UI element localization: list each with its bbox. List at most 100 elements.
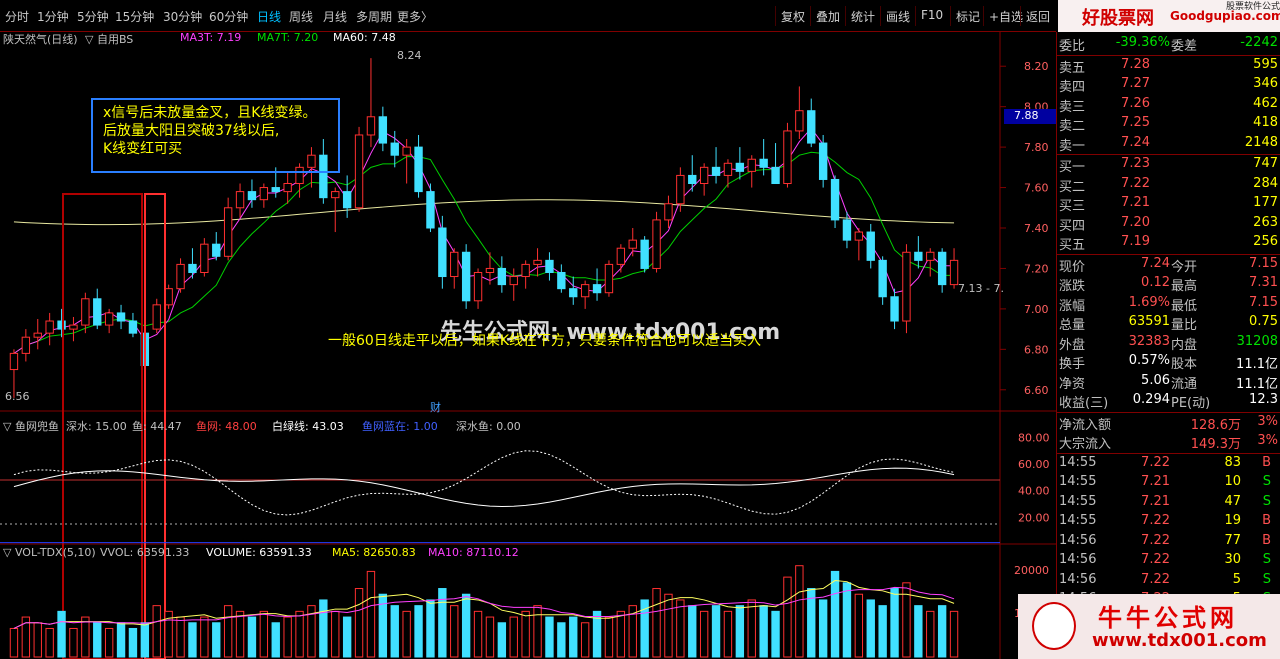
price-axis-label: 7.80 — [1024, 141, 1049, 154]
annotation-line: x信号后未放量金叉，且K线变绿。 — [103, 105, 317, 121]
volume-bar — [81, 616, 90, 658]
period-tab[interactable]: 周线 — [289, 8, 313, 25]
volume-bar — [152, 605, 161, 658]
candle-body — [212, 243, 221, 257]
volume-bar — [854, 593, 864, 658]
toolbar-button[interactable]: 统计 — [845, 6, 880, 26]
tick-volume: 10 — [1224, 474, 1241, 489]
volume-bar — [283, 616, 292, 658]
weicha-value: -2242 — [1240, 35, 1278, 50]
tick-row: 14:56 7.22 5 S — [1057, 571, 1280, 591]
weibi-value: -39.36% — [1115, 35, 1170, 50]
stat-value: 0.12 — [1141, 275, 1170, 290]
indicator1-axis-label: 40.00 — [1018, 485, 1050, 498]
period-tab[interactable]: 15分钟 — [115, 8, 154, 25]
flow-row: 净流入额 128.6万 3% — [1057, 413, 1280, 433]
buy-label: 买三 — [1059, 199, 1086, 214]
flow-label: 大宗流入 — [1059, 437, 1112, 452]
volume-bar — [688, 605, 697, 658]
weibi-label: 委比 — [1059, 39, 1086, 54]
candle-body — [200, 243, 209, 273]
stat-label: 股本 — [1171, 357, 1198, 372]
stat-label: 换手 — [1059, 357, 1086, 372]
tick-time: 14:56 — [1059, 532, 1097, 548]
period-tab[interactable]: 日线 — [257, 8, 281, 25]
candle-body — [509, 276, 518, 286]
volume-bar — [473, 610, 483, 658]
price-axis-label: 7.00 — [1024, 303, 1049, 316]
candle-body — [93, 298, 102, 326]
volume-bar — [402, 610, 411, 658]
candle-body — [628, 239, 637, 249]
period-tab[interactable]: 30分钟 — [163, 8, 202, 25]
toolbar-button[interactable]: 画线 — [880, 6, 915, 26]
toolbar-button[interactable]: 复权 — [775, 6, 810, 26]
formula-name[interactable]: ▽ 自用BS — [85, 31, 133, 47]
volume-bar — [652, 588, 661, 658]
stat-value: 0.75 — [1249, 314, 1278, 329]
candle-body — [426, 191, 435, 229]
candle-body — [271, 187, 280, 193]
period-tab[interactable]: 多周期 — [356, 8, 392, 25]
logo-bottom-main: 牛牛公式网 — [1098, 604, 1238, 632]
toolbar-button[interactable]: 标记 — [950, 6, 985, 26]
chart-area[interactable]: 8.20 8.00 7.80 7.60 7.40 7.20 7.00 6.80 6.60 80.0… — [0, 31, 1056, 659]
period-tab[interactable]: 更多〉 — [397, 8, 433, 25]
buy-price: 7.23 — [1121, 156, 1150, 171]
buy-row: 买五 7.19 256 — [1057, 233, 1280, 253]
volume-bar — [354, 588, 364, 658]
candle-body — [283, 183, 292, 193]
candle-body — [414, 146, 423, 193]
stat-label: 流通 — [1171, 376, 1198, 392]
indicator2-name[interactable]: ▽ VOL-TDX(5,10) — [3, 546, 96, 559]
candle-body — [747, 158, 756, 172]
price-axis-label: 6.80 — [1024, 343, 1049, 356]
quote-panel: 委比 -39.36% 委差 -2242 卖五 7.28 595 卖四 7.27 346 卖三 7.26… — [1056, 32, 1280, 659]
annotation-line: 后放量大阳且突破37线以后, — [103, 123, 280, 139]
toolbar-button[interactable]: 返回 — [1020, 6, 1055, 26]
period-tab[interactable]: 60分钟 — [209, 8, 248, 25]
weibi-row: 委比 -39.36% 委差 -2242 — [1057, 34, 1280, 54]
volume-bar — [949, 610, 959, 658]
volume-label: VOLUME: 63591.33 — [206, 546, 312, 559]
volume-bar — [878, 605, 887, 658]
volume-bar — [842, 582, 852, 658]
period-tab[interactable]: 1分钟 — [37, 8, 69, 25]
tick-time: 14:55 — [1059, 454, 1097, 470]
period-tab[interactable]: 月线 — [323, 8, 347, 25]
yuwang-label: 鱼网: 48.00 — [196, 420, 257, 433]
flow-label: 净流入额 — [1059, 417, 1112, 433]
volume-bar — [497, 622, 507, 658]
indicator1-name[interactable]: ▽ 鱼网兜鱼 — [3, 418, 59, 434]
sell-row: 卖一 7.24 2148 — [1057, 134, 1280, 154]
candle-body — [45, 320, 54, 334]
candle-body — [104, 312, 114, 326]
tick-time: 14:56 — [1059, 571, 1097, 587]
toolbar-button[interactable]: F10 — [915, 6, 948, 26]
price-axis-label: 8.20 — [1024, 60, 1049, 73]
volume-bar — [57, 610, 66, 658]
candle-body — [331, 191, 340, 199]
volume-bar — [866, 599, 875, 658]
volume-bar — [104, 627, 114, 658]
volume-bar — [711, 605, 721, 658]
candle-body — [354, 134, 364, 209]
stat-value: 11.1亿 — [1236, 376, 1278, 392]
toolbar-button[interactable]: 叠加 — [810, 6, 845, 26]
candle-body — [735, 162, 745, 172]
buy-volume: 284 — [1253, 175, 1278, 191]
candle-body — [783, 130, 792, 185]
ma60-line — [13, 199, 955, 226]
volume-bar — [235, 610, 245, 658]
flow-value: 128.6万 — [1190, 417, 1241, 433]
stat-row: 涨幅 1.69% 最低 7.15 — [1057, 294, 1280, 314]
volume-bar — [390, 605, 399, 658]
buy-row: 买三 7.21 177 — [1057, 194, 1280, 214]
volume-bar — [926, 610, 935, 658]
price-axis-label: 6.60 — [1024, 384, 1049, 397]
annotation-line: K线变红可买 — [103, 141, 183, 157]
period-tab[interactable]: 5分钟 — [77, 8, 109, 25]
period-tab[interactable]: 分时 — [5, 8, 29, 25]
candle-body — [890, 296, 899, 322]
candle-body — [652, 219, 661, 269]
